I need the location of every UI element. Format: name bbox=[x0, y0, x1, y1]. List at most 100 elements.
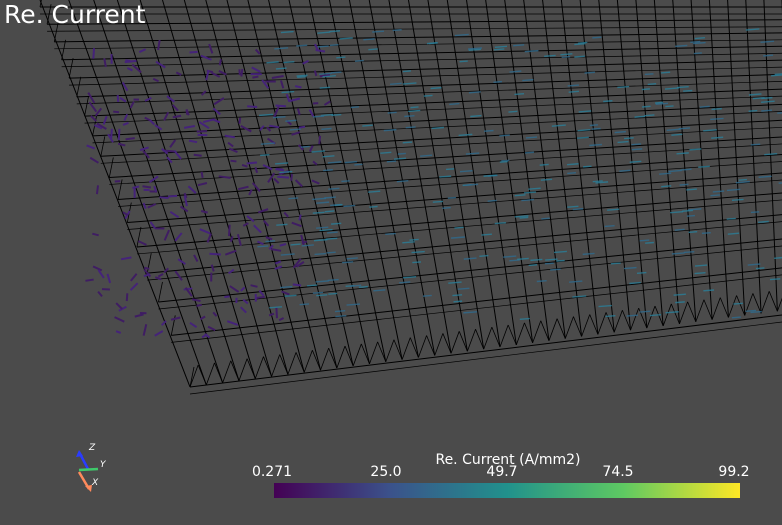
vector-glyph bbox=[283, 60, 295, 64]
mesh-edge bbox=[271, 354, 281, 377]
vector-glyph bbox=[240, 68, 244, 77]
mesh-edge bbox=[254, 356, 264, 379]
vector-glyph bbox=[281, 90, 295, 94]
vector-glyph bbox=[430, 86, 442, 90]
vector-glyph bbox=[513, 44, 525, 47]
vector-glyph bbox=[539, 163, 549, 166]
vector-glyph bbox=[289, 97, 301, 103]
vector-glyph bbox=[137, 240, 147, 246]
mesh-edge bbox=[136, 192, 782, 248]
3d-viewport[interactable]: Z Y X bbox=[0, 0, 782, 525]
vector-glyph bbox=[410, 106, 419, 109]
vector-glyph bbox=[631, 148, 643, 151]
vector-glyph bbox=[119, 97, 127, 103]
vector-glyph bbox=[607, 208, 620, 211]
mesh-edge bbox=[515, 322, 525, 346]
vector-glyph bbox=[342, 261, 354, 264]
vector-glyph bbox=[675, 44, 688, 48]
vector-glyph bbox=[561, 55, 571, 58]
vector-glyph bbox=[757, 220, 769, 224]
mesh-edge bbox=[320, 348, 330, 371]
mesh-edge bbox=[385, 339, 395, 362]
vector-glyph bbox=[247, 105, 258, 108]
vector-glyph bbox=[294, 85, 302, 89]
mesh-edge bbox=[84, 96, 89, 117]
orientation-axes[interactable]: Z Y X bbox=[76, 443, 107, 492]
vector-glyph bbox=[218, 59, 222, 66]
vector-glyph bbox=[432, 200, 444, 203]
vector-glyph bbox=[468, 91, 481, 94]
vector-glyph bbox=[319, 72, 332, 76]
vector-glyph bbox=[350, 106, 359, 109]
vector-glyph bbox=[189, 50, 198, 54]
vector-glyph bbox=[157, 39, 161, 51]
vector-glyph bbox=[422, 294, 432, 297]
vector-glyph bbox=[494, 45, 508, 48]
vector-glyph bbox=[354, 163, 363, 166]
vector-glyph bbox=[316, 226, 329, 229]
vector-glyph bbox=[487, 199, 497, 202]
vector-glyph bbox=[774, 256, 782, 259]
vector-glyph bbox=[312, 115, 325, 118]
vector-glyph bbox=[583, 165, 592, 168]
vector-glyph bbox=[157, 273, 164, 278]
vector-glyph bbox=[675, 301, 685, 304]
mesh-edge bbox=[69, 66, 782, 86]
vector-glyph bbox=[325, 237, 338, 240]
vector-glyph bbox=[272, 116, 286, 119]
vector-glyph bbox=[341, 180, 350, 183]
vector-glyph bbox=[193, 153, 202, 157]
vector-glyph bbox=[322, 155, 335, 158]
vector-glyph bbox=[523, 191, 537, 194]
vector-glyph bbox=[323, 100, 331, 106]
vector-glyph bbox=[683, 89, 693, 92]
vector-glyph bbox=[431, 126, 445, 130]
vector-glyph bbox=[331, 222, 342, 225]
vector-glyph bbox=[758, 175, 772, 179]
mesh-edge bbox=[548, 318, 558, 341]
vector-glyph bbox=[308, 145, 314, 152]
vector-glyph bbox=[682, 209, 693, 212]
vector-glyph bbox=[592, 36, 602, 39]
vector-glyph bbox=[92, 48, 96, 59]
vector-glyph bbox=[275, 162, 289, 165]
vector-glyph bbox=[551, 124, 566, 127]
vector-glyph bbox=[668, 169, 682, 173]
vector-glyph bbox=[331, 71, 342, 74]
vector-glyph bbox=[369, 205, 378, 208]
vector-glyph bbox=[363, 38, 375, 41]
vector-glyph bbox=[343, 204, 356, 208]
vector-glyph bbox=[312, 291, 324, 294]
vector-glyph bbox=[595, 181, 609, 184]
vector-glyph bbox=[289, 128, 301, 131]
colorbar-tick-label: 25.0 bbox=[370, 464, 402, 480]
vector-glyph bbox=[290, 243, 301, 246]
vector-glyph bbox=[306, 284, 318, 287]
vector-glyph bbox=[694, 264, 708, 267]
vector-glyph bbox=[188, 139, 198, 144]
vector-glyph bbox=[733, 302, 743, 305]
vector-glyph bbox=[237, 185, 249, 191]
vector-glyph bbox=[170, 316, 181, 321]
vector-glyph bbox=[676, 85, 689, 89]
vector-glyph bbox=[545, 258, 558, 261]
colorbar-gradient bbox=[274, 483, 740, 498]
vector-glyph bbox=[240, 306, 247, 314]
vector-glyph bbox=[328, 187, 340, 190]
vector-glyph bbox=[525, 136, 538, 139]
mesh-edge bbox=[352, 343, 362, 367]
vector-glyph bbox=[470, 114, 482, 118]
vector-glyph bbox=[269, 124, 280, 129]
vector-glyph bbox=[694, 37, 705, 40]
vector-glyph bbox=[187, 185, 197, 194]
vector-glyph bbox=[528, 264, 538, 267]
vector-glyph bbox=[674, 228, 685, 231]
vector-glyph bbox=[522, 78, 534, 82]
vector-glyph bbox=[631, 143, 642, 146]
mesh-edge bbox=[61, 52, 782, 68]
vector-glyph bbox=[329, 30, 341, 33]
vector-glyph bbox=[493, 48, 505, 51]
vector-glyph bbox=[508, 110, 518, 113]
viewer-title: Re. Current bbox=[4, 0, 146, 29]
vector-glyph bbox=[317, 31, 331, 34]
